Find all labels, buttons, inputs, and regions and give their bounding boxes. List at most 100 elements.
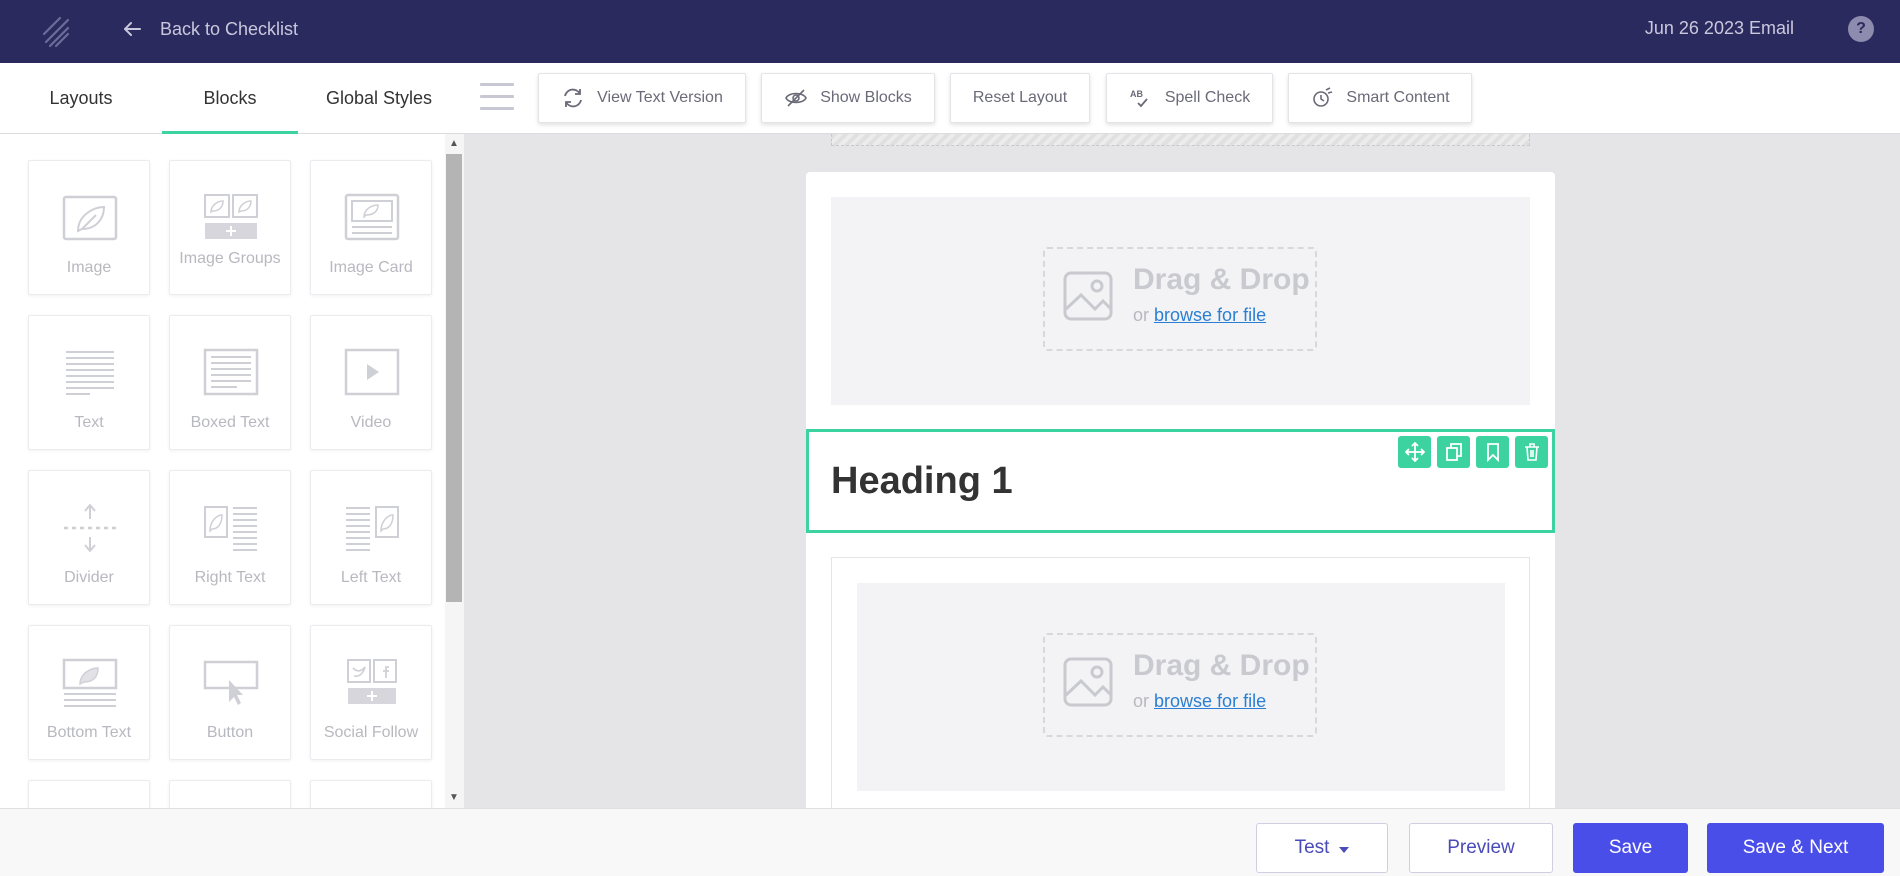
heading-block-selected[interactable]: Heading 1 — [806, 429, 1555, 533]
block-label: Video — [350, 414, 392, 431]
bottom-text-icon — [62, 658, 118, 707]
top-bar: Back to Checklist Jun 26 2023 Email ? — [0, 0, 1900, 63]
back-to-checklist-link[interactable]: Back to Checklist — [120, 17, 298, 41]
trash-icon — [1524, 443, 1539, 461]
heading-text[interactable]: Heading 1 — [831, 460, 1013, 503]
block-image-card[interactable]: Image Card — [310, 160, 432, 295]
arrow-left-icon — [124, 22, 141, 36]
save-and-next-label: Save & Next — [1742, 837, 1849, 858]
dropzone-or: or — [1133, 691, 1150, 711]
reset-layout-label: Reset Layout — [972, 89, 1068, 106]
save-button[interactable]: Save — [1573, 823, 1688, 873]
footer-bar: Test Preview Save Save & Next — [0, 808, 1900, 876]
block-bottom-text[interactable]: Bottom Text — [28, 625, 150, 760]
image-placeholder-icon — [1063, 271, 1113, 321]
panel-tabs: Layouts Blocks Global Styles — [0, 63, 460, 134]
tab-layouts[interactable]: Layouts — [0, 63, 162, 134]
dropzone-title: Drag & Drop — [1133, 649, 1310, 682]
block-right-text[interactable]: Right Text — [169, 470, 291, 605]
dropzone-or: or — [1133, 305, 1150, 325]
drop-placeholder — [831, 134, 1530, 146]
block-label: Social Follow — [323, 724, 419, 741]
scroll-down-icon[interactable]: ▼ — [448, 792, 460, 804]
blocks-panel: Image Image Groups Image Card Text Boxed… — [0, 134, 464, 808]
image-card-image[interactable]: Drag & Drop or browse for file — [857, 583, 1505, 791]
image-dropzone[interactable]: Drag & Drop or browse for file — [1043, 247, 1317, 351]
tab-global-styles[interactable]: Global Styles — [298, 63, 460, 134]
spell-check-label: Spell Check — [1164, 89, 1251, 106]
back-label: Back to Checklist — [160, 18, 299, 39]
dropzone-subtitle: or browse for file — [1133, 691, 1266, 712]
smart-content-icon — [1313, 87, 1333, 107]
block-video[interactable]: Video — [310, 315, 432, 450]
boxed-text-icon — [203, 348, 259, 396]
block-image[interactable]: Image — [28, 160, 150, 295]
image-card-block[interactable]: Drag & Drop or browse for file — [831, 557, 1530, 808]
block-label: Image — [66, 259, 112, 276]
spell-check-button[interactable]: AB Spell Check — [1106, 73, 1273, 123]
block-boxed-text[interactable]: Boxed Text — [169, 315, 291, 450]
block-image-groups[interactable]: Image Groups — [169, 160, 291, 295]
view-text-version-button[interactable]: View Text Version — [538, 73, 746, 123]
email-body: Drag & Drop or browse for file Heading 1 — [806, 172, 1555, 808]
eye-slash-icon — [785, 89, 808, 107]
block-label: Image Card — [329, 259, 413, 276]
duplicate-block-button[interactable] — [1437, 436, 1470, 468]
video-icon — [344, 348, 400, 396]
block-partial[interactable] — [169, 780, 291, 808]
block-social-follow[interactable]: Social Follow — [310, 625, 432, 760]
block-label: Right Text — [194, 569, 266, 586]
browse-for-file-link[interactable]: browse for file — [1154, 691, 1266, 711]
tab-blocks[interactable]: Blocks — [162, 63, 298, 134]
block-label: Image Groups — [179, 250, 281, 267]
move-icon — [1404, 442, 1425, 462]
scroll-up-icon[interactable]: ▲ — [448, 138, 460, 150]
save-and-next-button[interactable]: Save & Next — [1707, 823, 1884, 873]
help-icon[interactable]: ? — [1848, 16, 1874, 42]
smart-content-label: Smart Content — [1346, 89, 1450, 106]
caret-down-icon — [1339, 846, 1350, 853]
image-block[interactable]: Drag & Drop or browse for file — [831, 197, 1530, 405]
delete-block-button[interactable] — [1515, 436, 1548, 468]
block-left-text[interactable]: Left Text — [310, 470, 432, 605]
test-dropdown-button[interactable]: Test — [1256, 823, 1388, 873]
right-text-icon — [204, 506, 257, 551]
reset-layout-button[interactable]: Reset Layout — [950, 73, 1090, 123]
show-blocks-button[interactable]: Show Blocks — [761, 73, 935, 123]
save-label: Save — [1608, 837, 1653, 858]
block-label: Button — [206, 724, 254, 741]
block-divider[interactable]: Divider — [28, 470, 150, 605]
block-label: Bottom Text — [46, 724, 132, 741]
button-icon — [203, 660, 259, 705]
browse-for-file-link[interactable]: browse for file — [1154, 305, 1266, 325]
svg-text:AB: AB — [1130, 89, 1143, 99]
sidebar-scroll-thumb[interactable] — [446, 154, 462, 602]
social-follow-icon — [347, 659, 397, 704]
move-block-button[interactable] — [1398, 436, 1431, 468]
preview-button[interactable]: Preview — [1409, 823, 1553, 873]
block-partial[interactable] — [28, 780, 150, 808]
dropzone-title: Drag & Drop — [1133, 263, 1310, 296]
image-icon — [62, 195, 118, 241]
block-label: Divider — [64, 569, 114, 586]
block-partial[interactable] — [310, 780, 432, 808]
block-text[interactable]: Text — [28, 315, 150, 450]
dropzone-subtitle: or browse for file — [1133, 305, 1266, 326]
test-label: Test — [1294, 837, 1330, 858]
email-canvas: Drag & Drop or browse for file Heading 1 — [464, 134, 1900, 808]
block-actions — [1398, 436, 1548, 468]
smart-content-button[interactable]: Smart Content — [1288, 73, 1472, 123]
brand-logo-icon[interactable] — [42, 14, 72, 48]
show-blocks-label: Show Blocks — [820, 89, 912, 106]
spell-check-icon: AB — [1130, 89, 1148, 108]
menu-icon[interactable] — [480, 83, 514, 113]
image-dropzone[interactable]: Drag & Drop or browse for file — [1043, 633, 1317, 737]
text-icon — [66, 351, 114, 395]
save-block-button[interactable] — [1476, 436, 1509, 468]
left-text-icon — [346, 506, 399, 551]
block-label: Left Text — [340, 569, 402, 586]
block-label: Text — [74, 414, 104, 431]
view-text-version-label: View Text Version — [597, 89, 723, 106]
image-placeholder-icon — [1063, 657, 1113, 707]
block-button[interactable]: Button — [169, 625, 291, 760]
